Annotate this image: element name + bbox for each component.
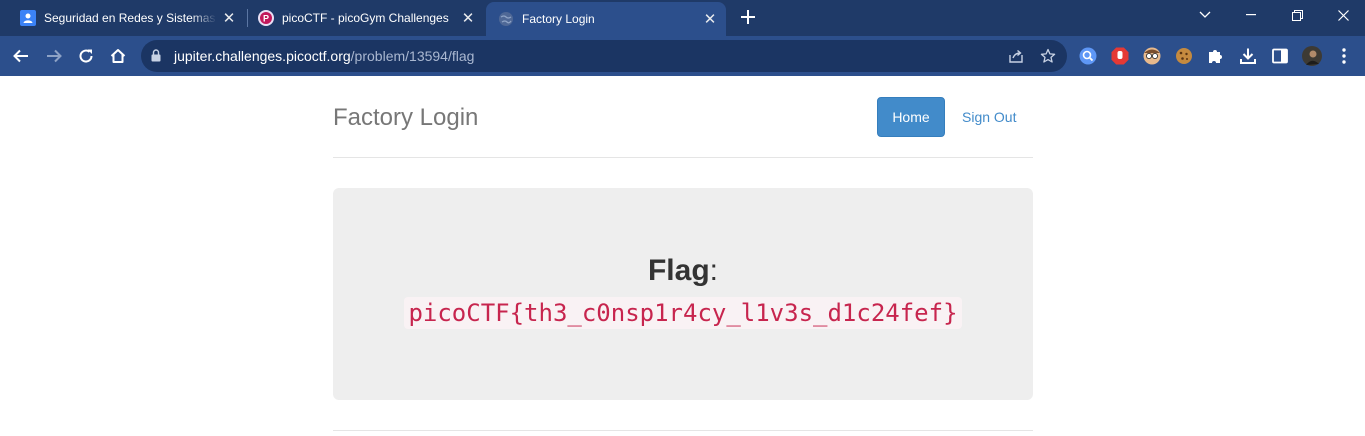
stop-hand-icon [1111, 47, 1129, 65]
flag-code-wrapper: picoCTF{th3_c0nsp1r4cy_l1v3s_d1c24fef} [333, 297, 1033, 329]
extension-face-button[interactable] [1142, 46, 1162, 66]
tab-strip: Seguridad en Redes y Sistemas d ✕ P pico… [0, 0, 1365, 36]
sign-out-link[interactable]: Sign Out [962, 97, 1016, 137]
page-content: Factory Login Home Sign Out Flag: picoCT… [0, 76, 1365, 436]
close-tab-icon[interactable]: ✕ [221, 10, 237, 27]
site-title: Factory Login [333, 104, 479, 131]
arrow-right-icon [47, 49, 62, 63]
tab-separator [247, 9, 248, 27]
extension-stop-button[interactable] [1110, 46, 1130, 66]
flag-value: picoCTF{th3_c0nsp1r4cy_l1v3s_d1c24fef} [404, 297, 962, 329]
extension-lens-button[interactable] [1078, 46, 1098, 66]
tab-search-button[interactable] [1182, 0, 1228, 30]
home-browser-button[interactable] [105, 43, 131, 69]
tab-title: picoCTF - picoGym Challenges [282, 11, 449, 25]
header-divider [333, 157, 1033, 158]
url-text: jupiter.challenges.picoctf.org/problem/1… [174, 48, 474, 64]
minimize-icon [1246, 14, 1256, 16]
plus-icon [741, 10, 755, 24]
picoctf-icon: P [258, 10, 274, 26]
browser-toolbar: jupiter.challenges.picoctf.org/problem/1… [0, 36, 1365, 76]
restore-button[interactable] [1274, 0, 1320, 30]
extensions-button[interactable] [1206, 46, 1226, 66]
chevron-down-icon [1199, 11, 1211, 18]
download-icon [1240, 48, 1256, 64]
bookmark-button[interactable] [1039, 47, 1057, 65]
menu-button[interactable] [1334, 46, 1354, 66]
close-tab-icon[interactable]: ✕ [460, 10, 476, 27]
lens-icon [1079, 47, 1097, 65]
back-button[interactable] [8, 43, 34, 69]
address-bar[interactable]: jupiter.challenges.picoctf.org/problem/1… [141, 40, 1067, 72]
forward-button[interactable] [41, 43, 67, 69]
minimize-button[interactable] [1228, 0, 1274, 30]
footer-divider [333, 430, 1033, 431]
home-icon [110, 49, 126, 63]
url-path: /problem/13594/flag [350, 48, 475, 64]
tab-factory-login[interactable]: Factory Login ✕ [486, 2, 726, 36]
globe-icon [499, 12, 513, 26]
restore-icon [1291, 9, 1303, 21]
page-container: Factory Login Home Sign Out Flag: picoCT… [333, 76, 1033, 436]
reload-icon [79, 49, 93, 63]
reload-button[interactable] [73, 43, 99, 69]
flag-heading: Flag: [333, 254, 1033, 288]
more-vertical-icon [1342, 48, 1346, 64]
profile-button[interactable] [1302, 46, 1322, 66]
side-panel-icon [1272, 48, 1288, 64]
flag-colon: : [709, 254, 718, 287]
close-icon [1337, 9, 1349, 21]
share-icon [1009, 49, 1023, 63]
flag-label: Flag [647, 254, 710, 287]
new-tab-button[interactable] [737, 6, 759, 28]
downloads-button[interactable] [1238, 46, 1258, 66]
classroom-icon [20, 10, 36, 26]
close-tab-icon[interactable]: ✕ [702, 11, 718, 28]
arrow-left-icon [13, 49, 28, 63]
lock-icon[interactable] [151, 49, 161, 62]
tab-seguridad[interactable]: Seguridad en Redes y Sistemas d ✕ [10, 0, 245, 36]
puzzle-icon [1209, 50, 1222, 63]
cookie-icon [1176, 48, 1192, 64]
star-icon [1040, 48, 1056, 63]
svg-text:P: P [263, 14, 269, 24]
home-button[interactable]: Home [877, 97, 945, 137]
url-host: jupiter.challenges.picoctf.org [174, 48, 351, 64]
glasses-face-icon [1143, 47, 1161, 65]
extension-cookie-button[interactable] [1174, 46, 1194, 66]
avatar [1302, 46, 1322, 66]
share-button[interactable] [1007, 47, 1025, 65]
tab-picoctf[interactable]: P picoCTF - picoGym Challenges ✕ [250, 0, 484, 36]
side-panel-button[interactable] [1270, 46, 1290, 66]
flag-panel: Flag: picoCTF{th3_c0nsp1r4cy_l1v3s_d1c24… [333, 188, 1033, 400]
tab-title: Factory Login [522, 12, 595, 26]
close-window-button[interactable] [1320, 0, 1365, 30]
tab-title: Seguridad en Redes y Sistemas d [44, 11, 217, 25]
